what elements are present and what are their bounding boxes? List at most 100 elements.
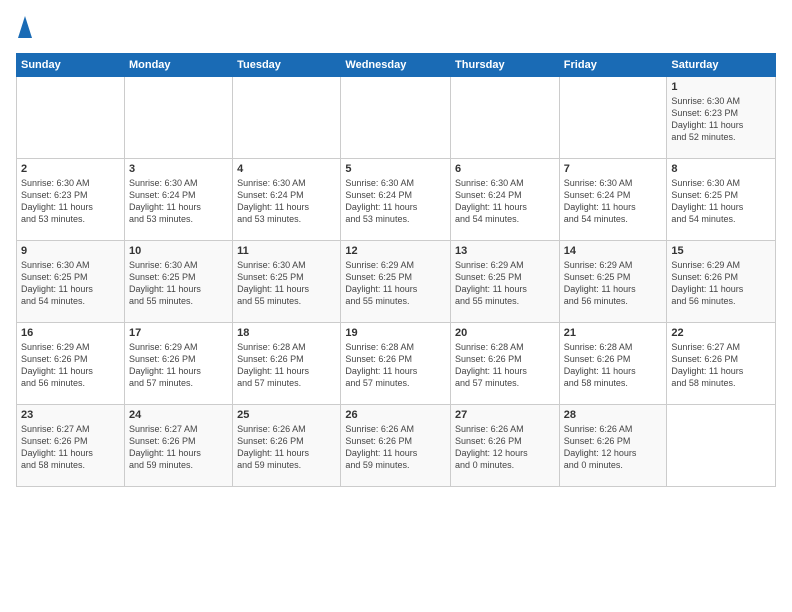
day-info: Sunrise: 6:29 AM Sunset: 6:26 PM Dayligh…	[21, 341, 120, 390]
day-number: 3	[129, 163, 228, 175]
day-number: 25	[237, 409, 336, 421]
day-number: 16	[21, 327, 120, 339]
day-info: Sunrise: 6:26 AM Sunset: 6:26 PM Dayligh…	[345, 423, 446, 472]
day-cell: 2 Sunrise: 6:30 AM Sunset: 6:23 PM Daylig…	[17, 158, 125, 240]
day-number: 4	[237, 163, 336, 175]
day-cell: 17Sunrise: 6:29 AM Sunset: 6:26 PM Dayli…	[124, 322, 232, 404]
day-info: Sunrise: 6:29 AM Sunset: 6:25 PM Dayligh…	[345, 259, 446, 308]
day-cell: 19 Sunrise: 6:28 AM Sunset: 6:26 PM Dayli…	[341, 322, 451, 404]
day-cell: 14Sunrise: 6:29 AM Sunset: 6:25 PM Dayli…	[559, 240, 667, 322]
day-number: 20	[455, 327, 555, 339]
day-info: Sunrise: 6:27 AM Sunset: 6:26 PM Dayligh…	[129, 423, 228, 472]
day-info: Sunrise: 6:30 AM Sunset: 6:25 PM Dayligh…	[671, 177, 771, 226]
day-number: 26	[345, 409, 446, 421]
week-row-3: 9 Sunrise: 6:30 AM Sunset: 6:25 PM Daylig…	[17, 240, 776, 322]
day-cell: 12Sunrise: 6:29 AM Sunset: 6:25 PM Dayli…	[341, 240, 451, 322]
day-info: Sunrise: 6:29 AM Sunset: 6:25 PM Dayligh…	[564, 259, 663, 308]
header	[16, 16, 776, 43]
day-cell: 13 Sunrise: 6:29 AM Sunset: 6:25 PM Dayli…	[451, 240, 560, 322]
day-info: Sunrise: 6:30 AM Sunset: 6:23 PM Dayligh…	[671, 95, 771, 144]
day-info: Sunrise: 6:30 AM Sunset: 6:24 PM Dayligh…	[564, 177, 663, 226]
day-number: 19	[345, 327, 446, 339]
day-number: 15	[671, 245, 771, 257]
day-info: Sunrise: 6:30 AM Sunset: 6:25 PM Dayligh…	[129, 259, 228, 308]
day-info: Sunrise: 6:28 AM Sunset: 6:26 PM Dayligh…	[237, 341, 336, 390]
day-cell	[559, 76, 667, 158]
day-cell: 11 Sunrise: 6:30 AM Sunset: 6:25 PM Dayli…	[233, 240, 341, 322]
day-info: Sunrise: 6:26 AM Sunset: 6:26 PM Dayligh…	[564, 423, 663, 472]
day-number: 2	[21, 163, 120, 175]
day-info: Sunrise: 6:30 AM Sunset: 6:24 PM Dayligh…	[455, 177, 555, 226]
day-info: Sunrise: 6:27 AM Sunset: 6:26 PM Dayligh…	[21, 423, 120, 472]
logo-icon	[18, 16, 32, 38]
day-info: Sunrise: 6:28 AM Sunset: 6:26 PM Dayligh…	[564, 341, 663, 390]
day-cell: 1 Sunrise: 6:30 AM Sunset: 6:23 PM Daylig…	[667, 76, 776, 158]
day-cell	[17, 76, 125, 158]
weekday-sunday: Sunday	[17, 53, 125, 76]
day-number: 5	[345, 163, 446, 175]
day-cell: 20 Sunrise: 6:28 AM Sunset: 6:26 PM Dayli…	[451, 322, 560, 404]
day-number: 10	[129, 245, 228, 257]
week-row-4: 16 Sunrise: 6:29 AM Sunset: 6:26 PM Dayli…	[17, 322, 776, 404]
day-cell: 15 Sunrise: 6:29 AM Sunset: 6:26 PM Dayli…	[667, 240, 776, 322]
weekday-friday: Friday	[559, 53, 667, 76]
day-info: Sunrise: 6:27 AM Sunset: 6:26 PM Dayligh…	[671, 341, 771, 390]
weekday-tuesday: Tuesday	[233, 53, 341, 76]
day-cell: 4 Sunrise: 6:30 AM Sunset: 6:24 PM Daylig…	[233, 158, 341, 240]
day-cell: 21 Sunrise: 6:28 AM Sunset: 6:26 PM Dayli…	[559, 322, 667, 404]
day-cell	[667, 404, 776, 486]
day-info: Sunrise: 6:30 AM Sunset: 6:23 PM Dayligh…	[21, 177, 120, 226]
day-info: Sunrise: 6:30 AM Sunset: 6:24 PM Dayligh…	[345, 177, 446, 226]
day-info: Sunrise: 6:29 AM Sunset: 6:26 PM Dayligh…	[671, 259, 771, 308]
page: SundayMondayTuesdayWednesdayThursdayFrid…	[0, 0, 792, 612]
logo	[16, 16, 32, 43]
day-cell: 3 Sunrise: 6:30 AM Sunset: 6:24 PM Daylig…	[124, 158, 232, 240]
day-number: 22	[671, 327, 771, 339]
day-number: 23	[21, 409, 120, 421]
day-number: 7	[564, 163, 663, 175]
day-cell	[233, 76, 341, 158]
day-info: Sunrise: 6:30 AM Sunset: 6:25 PM Dayligh…	[237, 259, 336, 308]
weekday-monday: Monday	[124, 53, 232, 76]
day-cell: 7 Sunrise: 6:30 AM Sunset: 6:24 PM Daylig…	[559, 158, 667, 240]
day-number: 28	[564, 409, 663, 421]
day-cell: 18Sunrise: 6:28 AM Sunset: 6:26 PM Dayli…	[233, 322, 341, 404]
day-number: 13	[455, 245, 555, 257]
day-info: Sunrise: 6:29 AM Sunset: 6:25 PM Dayligh…	[455, 259, 555, 308]
week-row-5: 23 Sunrise: 6:27 AM Sunset: 6:26 PM Dayli…	[17, 404, 776, 486]
calendar: SundayMondayTuesdayWednesdayThursdayFrid…	[16, 53, 776, 487]
day-cell	[341, 76, 451, 158]
day-info: Sunrise: 6:26 AM Sunset: 6:26 PM Dayligh…	[237, 423, 336, 472]
day-cell	[124, 76, 232, 158]
day-cell: 28 Sunrise: 6:26 AM Sunset: 6:26 PM Dayli…	[559, 404, 667, 486]
day-number: 1	[671, 81, 771, 93]
day-cell	[451, 76, 560, 158]
day-cell: 23 Sunrise: 6:27 AM Sunset: 6:26 PM Dayli…	[17, 404, 125, 486]
day-cell: 5 Sunrise: 6:30 AM Sunset: 6:24 PM Daylig…	[341, 158, 451, 240]
day-cell: 25 Sunrise: 6:26 AM Sunset: 6:26 PM Dayli…	[233, 404, 341, 486]
day-cell: 24Sunrise: 6:27 AM Sunset: 6:26 PM Dayli…	[124, 404, 232, 486]
week-row-1: 1 Sunrise: 6:30 AM Sunset: 6:23 PM Daylig…	[17, 76, 776, 158]
day-info: Sunrise: 6:28 AM Sunset: 6:26 PM Dayligh…	[455, 341, 555, 390]
day-number: 21	[564, 327, 663, 339]
day-number: 6	[455, 163, 555, 175]
day-info: Sunrise: 6:29 AM Sunset: 6:26 PM Dayligh…	[129, 341, 228, 390]
day-info: Sunrise: 6:26 AM Sunset: 6:26 PM Dayligh…	[455, 423, 555, 472]
day-info: Sunrise: 6:30 AM Sunset: 6:24 PM Dayligh…	[237, 177, 336, 226]
day-cell: 27Sunrise: 6:26 AM Sunset: 6:26 PM Dayli…	[451, 404, 560, 486]
day-cell: 26 Sunrise: 6:26 AM Sunset: 6:26 PM Dayli…	[341, 404, 451, 486]
week-row-2: 2 Sunrise: 6:30 AM Sunset: 6:23 PM Daylig…	[17, 158, 776, 240]
day-info: Sunrise: 6:30 AM Sunset: 6:24 PM Dayligh…	[129, 177, 228, 226]
weekday-saturday: Saturday	[667, 53, 776, 76]
day-number: 11	[237, 245, 336, 257]
day-cell: 10 Sunrise: 6:30 AM Sunset: 6:25 PM Dayli…	[124, 240, 232, 322]
day-number: 9	[21, 245, 120, 257]
day-info: Sunrise: 6:28 AM Sunset: 6:26 PM Dayligh…	[345, 341, 446, 390]
day-cell: 8Sunrise: 6:30 AM Sunset: 6:25 PM Daylig…	[667, 158, 776, 240]
day-cell: 6 Sunrise: 6:30 AM Sunset: 6:24 PM Daylig…	[451, 158, 560, 240]
day-cell: 22 Sunrise: 6:27 AM Sunset: 6:26 PM Dayli…	[667, 322, 776, 404]
day-info: Sunrise: 6:30 AM Sunset: 6:25 PM Dayligh…	[21, 259, 120, 308]
day-cell: 16 Sunrise: 6:29 AM Sunset: 6:26 PM Dayli…	[17, 322, 125, 404]
weekday-header-row: SundayMondayTuesdayWednesdayThursdayFrid…	[17, 53, 776, 76]
logo-text	[16, 16, 32, 43]
